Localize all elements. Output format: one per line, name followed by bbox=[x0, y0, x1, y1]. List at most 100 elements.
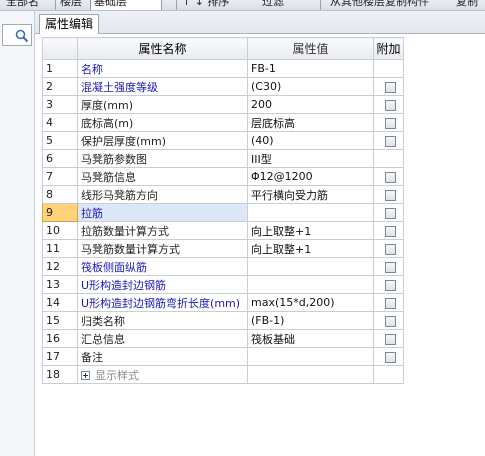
search-icon[interactable] bbox=[15, 29, 29, 43]
row-number[interactable]: 12 bbox=[42, 257, 78, 276]
property-name-cell[interactable]: 名称 bbox=[77, 59, 248, 78]
property-name-cell[interactable]: 混凝土强度等级 bbox=[77, 77, 248, 96]
property-name-cell[interactable]: 厚度(mm) bbox=[77, 95, 248, 114]
row-number[interactable]: 14 bbox=[42, 293, 78, 312]
property-name-cell[interactable]: 拉筋 bbox=[77, 203, 248, 222]
table-row[interactable]: 15 归类名称 (FB-1) bbox=[42, 311, 404, 330]
extra-checkbox[interactable] bbox=[384, 351, 396, 363]
table-row[interactable]: 2 混凝土强度等级 (C30) bbox=[42, 77, 404, 96]
extra-cell[interactable] bbox=[373, 239, 404, 258]
toolbar-item-all-names[interactable]: 全部名 bbox=[6, 0, 39, 9]
property-name-cell[interactable]: 显示样式 bbox=[77, 365, 248, 384]
table-row[interactable]: 18 显示样式 bbox=[42, 365, 404, 384]
column-header-name[interactable]: 属性名称 bbox=[77, 37, 248, 60]
property-value-cell[interactable]: 向上取整+1 bbox=[247, 239, 374, 258]
property-value-cell[interactable]: 向上取整+1 bbox=[247, 221, 374, 240]
property-value-cell[interactable]: FB-1 bbox=[247, 59, 374, 78]
row-number[interactable]: 4 bbox=[42, 113, 78, 132]
property-name-cell[interactable]: 备注 bbox=[77, 347, 248, 366]
property-value-cell[interactable]: 200 bbox=[247, 95, 374, 114]
property-name-cell[interactable]: 筏板侧面纵筋 bbox=[77, 257, 248, 276]
extra-checkbox[interactable] bbox=[384, 315, 396, 327]
table-row[interactable]: 4 底标高(m) 层底标高 bbox=[42, 113, 404, 132]
property-name-cell[interactable]: 马凳筋参数图 bbox=[77, 149, 248, 168]
sort-button[interactable]: ↑ ↓ 排序 bbox=[182, 0, 229, 9]
extra-checkbox[interactable] bbox=[384, 189, 396, 201]
row-number[interactable]: 15 bbox=[42, 311, 78, 330]
search-input[interactable] bbox=[2, 24, 32, 46]
extra-checkbox[interactable] bbox=[384, 297, 396, 309]
property-value-cell[interactable]: 平行横向受力筋 bbox=[247, 185, 374, 204]
property-value-cell[interactable]: III型 bbox=[247, 149, 374, 168]
extra-cell[interactable] bbox=[373, 275, 404, 294]
table-row[interactable]: 16 汇总信息 筏板基础 bbox=[42, 329, 404, 348]
row-number[interactable]: 6 bbox=[42, 149, 78, 168]
table-row[interactable]: 3 厚度(mm) 200 bbox=[42, 95, 404, 114]
copy-button[interactable]: 复制 bbox=[456, 0, 478, 9]
property-value-cell[interactable] bbox=[247, 365, 374, 384]
column-header-extra[interactable]: 附加 bbox=[373, 37, 404, 60]
extra-checkbox[interactable] bbox=[384, 333, 396, 345]
extra-cell[interactable] bbox=[373, 95, 404, 114]
extra-cell[interactable] bbox=[373, 221, 404, 240]
extra-cell[interactable] bbox=[373, 329, 404, 348]
property-name-cell[interactable]: 马凳筋信息 bbox=[77, 167, 248, 186]
extra-cell[interactable] bbox=[373, 77, 404, 96]
property-name-cell[interactable]: U形构造封边钢筋 bbox=[77, 275, 248, 294]
table-row[interactable]: 14 U形构造封边钢筋弯折长度(mm) max(15*d,200) bbox=[42, 293, 404, 312]
row-number[interactable]: 1 bbox=[42, 59, 78, 78]
filter-button[interactable]: 过滤 bbox=[262, 0, 284, 9]
row-number[interactable]: 2 bbox=[42, 77, 78, 96]
property-value-cell[interactable] bbox=[247, 347, 374, 366]
property-value-cell[interactable]: (FB-1) bbox=[247, 311, 374, 330]
property-name-cell[interactable]: 线形马凳筋方向 bbox=[77, 185, 248, 204]
row-number[interactable]: 7 bbox=[42, 167, 78, 186]
property-value-cell[interactable] bbox=[247, 275, 374, 294]
extra-cell[interactable] bbox=[373, 203, 404, 222]
tab-property-edit[interactable]: 属性编辑 bbox=[39, 14, 100, 34]
property-value-cell[interactable]: (40) bbox=[247, 131, 374, 150]
extra-cell[interactable] bbox=[373, 293, 404, 312]
extra-checkbox[interactable] bbox=[384, 243, 396, 255]
extra-checkbox[interactable] bbox=[384, 261, 396, 273]
extra-checkbox[interactable] bbox=[384, 279, 396, 291]
row-number[interactable]: 5 bbox=[42, 131, 78, 150]
extra-checkbox[interactable] bbox=[384, 81, 396, 93]
property-name-cell[interactable]: 保护层厚度(mm) bbox=[77, 131, 248, 150]
property-name-cell[interactable]: 马凳筋数量计算方式 bbox=[77, 239, 248, 258]
table-row[interactable]: 5 保护层厚度(mm) (40) bbox=[42, 131, 404, 150]
row-number[interactable]: 8 bbox=[42, 185, 78, 204]
property-name-cell[interactable]: 汇总信息 bbox=[77, 329, 248, 348]
property-value-cell[interactable]: 层底标高 bbox=[247, 113, 374, 132]
extra-cell[interactable] bbox=[373, 347, 404, 366]
property-name-cell[interactable]: 拉筋数量计算方式 bbox=[77, 221, 248, 240]
property-value-cell[interactable]: max(15*d,200) bbox=[247, 293, 374, 312]
table-row[interactable]: 1 名称 FB-1 bbox=[42, 59, 404, 78]
property-value-cell[interactable]: Φ12@1200 bbox=[247, 167, 374, 186]
extra-cell[interactable] bbox=[373, 131, 404, 150]
extra-cell[interactable] bbox=[373, 167, 404, 186]
extra-cell[interactable] bbox=[373, 185, 404, 204]
extra-cell[interactable] bbox=[373, 311, 404, 330]
copy-from-floor-button[interactable]: 从其他楼层复制构件 bbox=[330, 0, 429, 9]
row-number[interactable]: 17 bbox=[42, 347, 78, 366]
property-value-cell[interactable]: 筏板基础 bbox=[247, 329, 374, 348]
table-row[interactable]: 13 U形构造封边钢筋 bbox=[42, 275, 404, 294]
column-header-value[interactable]: 属性值 bbox=[247, 37, 374, 60]
expand-icon[interactable] bbox=[81, 371, 90, 380]
row-number[interactable]: 11 bbox=[42, 239, 78, 258]
table-row[interactable]: 7 马凳筋信息 Φ12@1200 bbox=[42, 167, 404, 186]
table-row[interactable]: 17 备注 bbox=[42, 347, 404, 366]
row-number[interactable]: 9 bbox=[42, 203, 78, 222]
extra-checkbox[interactable] bbox=[384, 225, 396, 237]
property-name-cell[interactable]: 底标高(m) bbox=[77, 113, 248, 132]
property-name-cell[interactable]: 归类名称 bbox=[77, 311, 248, 330]
extra-checkbox[interactable] bbox=[384, 135, 396, 147]
table-row[interactable]: 10 拉筋数量计算方式 向上取整+1 bbox=[42, 221, 404, 240]
row-number[interactable]: 10 bbox=[42, 221, 78, 240]
table-row[interactable]: 12 筏板侧面纵筋 bbox=[42, 257, 404, 276]
table-row[interactable]: 11 马凳筋数量计算方式 向上取整+1 bbox=[42, 239, 404, 258]
table-row[interactable]: 6 马凳筋参数图 III型 bbox=[42, 149, 404, 168]
property-value-cell[interactable]: (C30) bbox=[247, 77, 374, 96]
property-name-cell[interactable]: U形构造封边钢筋弯折长度(mm) bbox=[77, 293, 248, 312]
